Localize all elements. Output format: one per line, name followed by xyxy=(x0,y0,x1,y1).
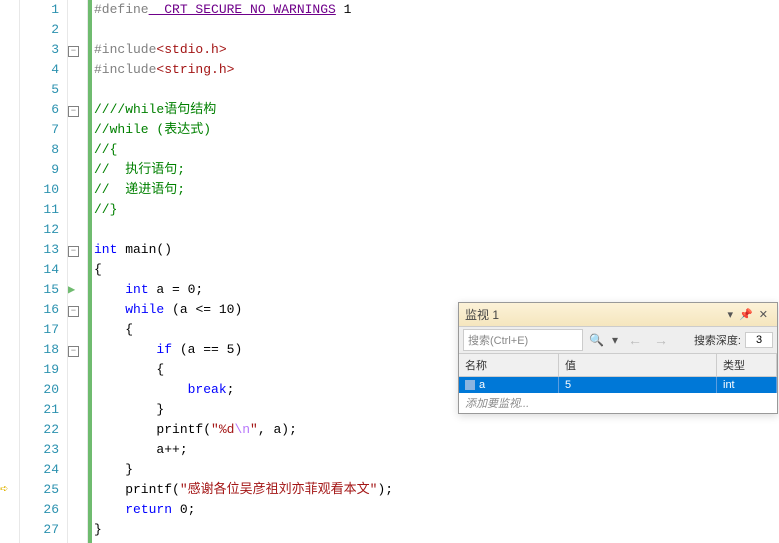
code-area[interactable]: #define _CRT_SECURE_NO_WARNINGS 1 #inclu… xyxy=(92,0,779,543)
watch-toolbar: 搜索(Ctrl+E) 🔍 ▾ ← → 搜索深度: 3 xyxy=(459,327,777,354)
watch-value-cell[interactable]: 5 xyxy=(559,377,717,393)
col-name[interactable]: 名称 xyxy=(459,354,559,376)
execution-marker-icon: ▶ xyxy=(68,283,75,297)
code-editor: ➪ 1 2 3 4 5 6 7 8 9 10 11 12 13 14 15 16… xyxy=(0,0,779,543)
watch-row[interactable]: a 5 int xyxy=(459,377,777,393)
variable-icon xyxy=(465,380,475,390)
watch-name-cell[interactable]: a xyxy=(459,377,559,393)
watch-titlebar[interactable]: 监视 1 ▾ 📌 ✕ xyxy=(459,303,777,327)
watch-title: 监视 1 xyxy=(465,306,725,323)
col-type[interactable]: 类型 xyxy=(717,354,777,376)
watch-type-cell: int xyxy=(717,377,777,393)
breakpoint-gutter[interactable]: ➪ xyxy=(0,0,20,543)
nav-next-icon[interactable]: → xyxy=(650,332,672,348)
fold-toggle-icon[interactable]: − xyxy=(68,346,79,357)
close-icon[interactable]: ✕ xyxy=(756,308,771,321)
fold-toggle-icon[interactable]: − xyxy=(68,246,79,257)
fold-gutter[interactable]: − − − ▶ − − xyxy=(68,0,88,543)
fold-toggle-icon[interactable]: − xyxy=(68,46,79,57)
search-icon[interactable]: 🔍 xyxy=(587,333,606,347)
col-value[interactable]: 值 xyxy=(559,354,717,376)
window-menu-icon[interactable]: ▾ xyxy=(725,308,737,321)
add-watch-placeholder[interactable]: 添加要监视... xyxy=(459,393,777,413)
nav-prev-icon[interactable]: ← xyxy=(624,332,646,348)
fold-toggle-icon[interactable]: − xyxy=(68,306,79,317)
pin-icon[interactable]: 📌 xyxy=(736,308,756,321)
search-input[interactable]: 搜索(Ctrl+E) xyxy=(463,329,583,351)
depth-input[interactable]: 3 xyxy=(745,332,773,348)
watch-header-row: 名称 值 类型 xyxy=(459,354,777,377)
search-dropdown-icon[interactable]: ▾ xyxy=(610,333,620,347)
watch-panel[interactable]: 监视 1 ▾ 📌 ✕ 搜索(Ctrl+E) 🔍 ▾ ← → 搜索深度: 3 名称… xyxy=(458,302,778,414)
current-line-arrow: ➪ xyxy=(0,480,19,500)
depth-label: 搜索深度: xyxy=(694,332,741,348)
fold-toggle-icon[interactable]: − xyxy=(68,106,79,117)
line-number-gutter: 1 2 3 4 5 6 7 8 9 10 11 12 13 14 15 16 1… xyxy=(20,0,68,543)
